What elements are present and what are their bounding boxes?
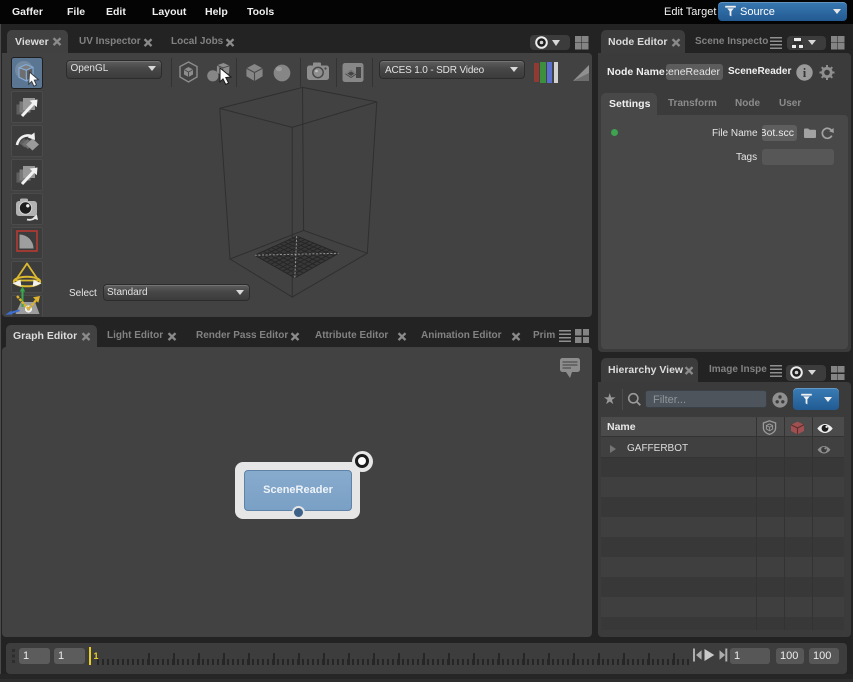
svg-text:i: i xyxy=(803,66,807,80)
